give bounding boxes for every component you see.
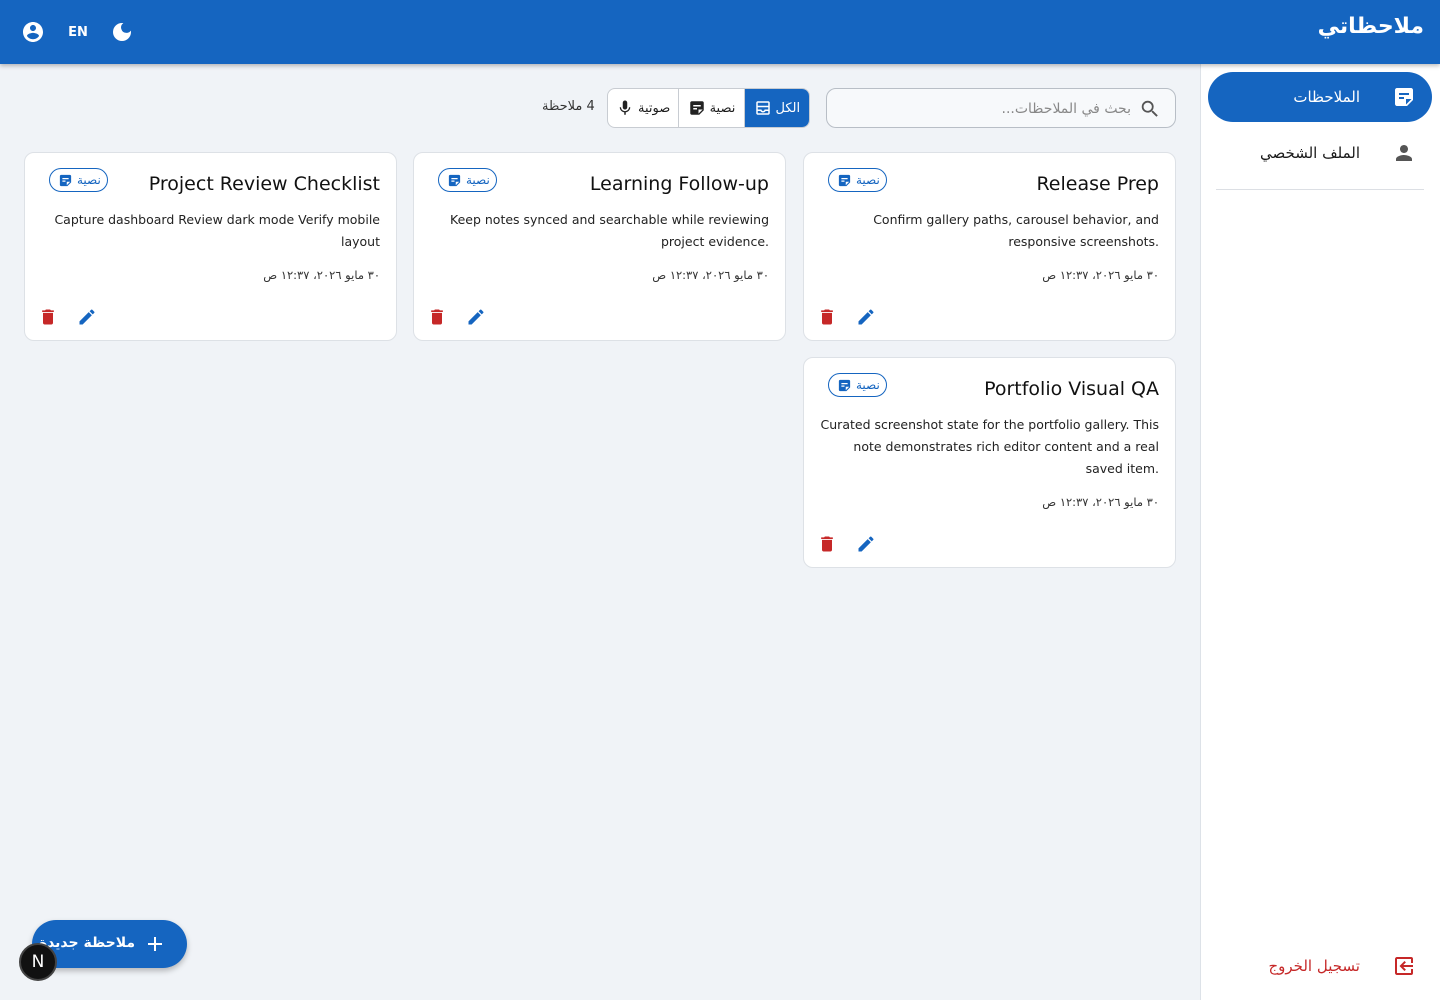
note-type-label: نصية	[856, 173, 880, 187]
note-body: Keep notes synced and searchable while r…	[450, 212, 769, 249]
note-date: ٣٠ مايو ٢٠٢٦، ١٢:٣٧ ص	[1042, 495, 1159, 509]
filter-text-label: نصية	[709, 100, 736, 116]
note-type-chip: نصية	[828, 168, 887, 192]
mic-icon	[619, 100, 631, 115]
plus-icon	[148, 937, 162, 951]
language-toggle-button[interactable]: EN	[62, 16, 94, 48]
inbox-icon	[755, 101, 770, 115]
delete-icon[interactable]	[815, 305, 839, 329]
sidebar: الملاحظات الملف الشخصي تسجيل الخروج	[1200, 64, 1440, 1000]
note-icon	[838, 379, 851, 391]
app-bar: ملاحظاتي EN	[0, 0, 1440, 64]
note-type-label: نصية	[466, 173, 490, 187]
search-input[interactable]	[841, 97, 1131, 121]
sidebar-item-notes[interactable]: الملاحظات	[1208, 72, 1432, 122]
note-card[interactable]: Portfolio Visual QA نصية Curated screens…	[803, 357, 1176, 568]
note-card[interactable]: Project Review Checklist نصية Capture da…	[24, 152, 397, 341]
delete-icon[interactable]	[815, 532, 839, 556]
note-body: Curated screenshot state for the portfol…	[820, 417, 1159, 476]
note-title: Project Review Checklist	[148, 173, 380, 195]
logout-button[interactable]: تسجيل الخروج	[1216, 952, 1424, 982]
note-icon	[448, 174, 461, 186]
logout-icon	[1392, 954, 1416, 978]
new-note-label: ملاحظة جديدة	[38, 935, 135, 951]
person-icon	[1392, 141, 1416, 165]
note-type-label: نصية	[856, 378, 880, 392]
delete-icon[interactable]	[36, 305, 60, 329]
sidebar-item-label: الملاحظات	[1293, 88, 1360, 106]
search-icon	[1141, 100, 1158, 117]
edit-icon[interactable]	[75, 305, 99, 329]
app-title: ملاحظاتي	[1317, 14, 1424, 39]
sidebar-item-profile[interactable]: الملف الشخصي	[1208, 128, 1432, 178]
filter-text-button[interactable]: نصية	[679, 89, 745, 127]
note-title: Release Prep	[1036, 173, 1159, 195]
note-card[interactable]: Learning Follow-up نصية Keep notes synce…	[413, 152, 786, 341]
note-type-chip: نصية	[438, 168, 497, 192]
note-icon	[59, 174, 72, 186]
note-type-filter: صوتية نصية الكل	[607, 88, 810, 128]
note-title: Portfolio Visual QA	[984, 378, 1159, 400]
logout-label: تسجيل الخروج	[1268, 957, 1360, 975]
edit-icon[interactable]	[464, 305, 488, 329]
account-icon[interactable]	[17, 16, 49, 48]
note-date: ٣٠ مايو ٢٠٢٦، ١٢:٣٧ ص	[652, 268, 769, 282]
search-box	[826, 88, 1176, 128]
note-icon	[689, 101, 704, 115]
notes-count: 4 ملاحظة	[542, 99, 595, 114]
note-date: ٣٠ مايو ٢٠٢٦، ١٢:٣٧ ص	[263, 268, 380, 282]
note-body: Confirm gallery paths, carousel behavior…	[873, 212, 1159, 249]
note-title: Learning Follow-up	[589, 173, 769, 195]
note-card[interactable]: Release Prep نصية Confirm gallery paths,…	[803, 152, 1176, 341]
note-icon	[1392, 85, 1416, 109]
note-body: Capture dashboard Review dark mode Verif…	[54, 212, 380, 249]
filter-all-label: الكل	[775, 100, 801, 116]
filter-audio-label: صوتية	[638, 100, 671, 116]
edit-icon[interactable]	[854, 305, 878, 329]
dark-mode-icon[interactable]	[106, 16, 138, 48]
note-icon	[838, 174, 851, 186]
dev-tools-badge[interactable]: N	[19, 943, 57, 981]
note-type-chip: نصية	[828, 373, 887, 397]
note-type-label: نصية	[77, 173, 101, 187]
sidebar-divider	[1216, 189, 1424, 190]
filter-all-button[interactable]: الكل	[744, 89, 809, 127]
note-type-chip: نصية	[49, 168, 108, 192]
note-date: ٣٠ مايو ٢٠٢٦، ١٢:٣٧ ص	[1042, 268, 1159, 282]
sidebar-item-label: الملف الشخصي	[1260, 144, 1360, 162]
edit-icon[interactable]	[854, 532, 878, 556]
filter-audio-button[interactable]: صوتية	[608, 89, 680, 127]
delete-icon[interactable]	[425, 305, 449, 329]
